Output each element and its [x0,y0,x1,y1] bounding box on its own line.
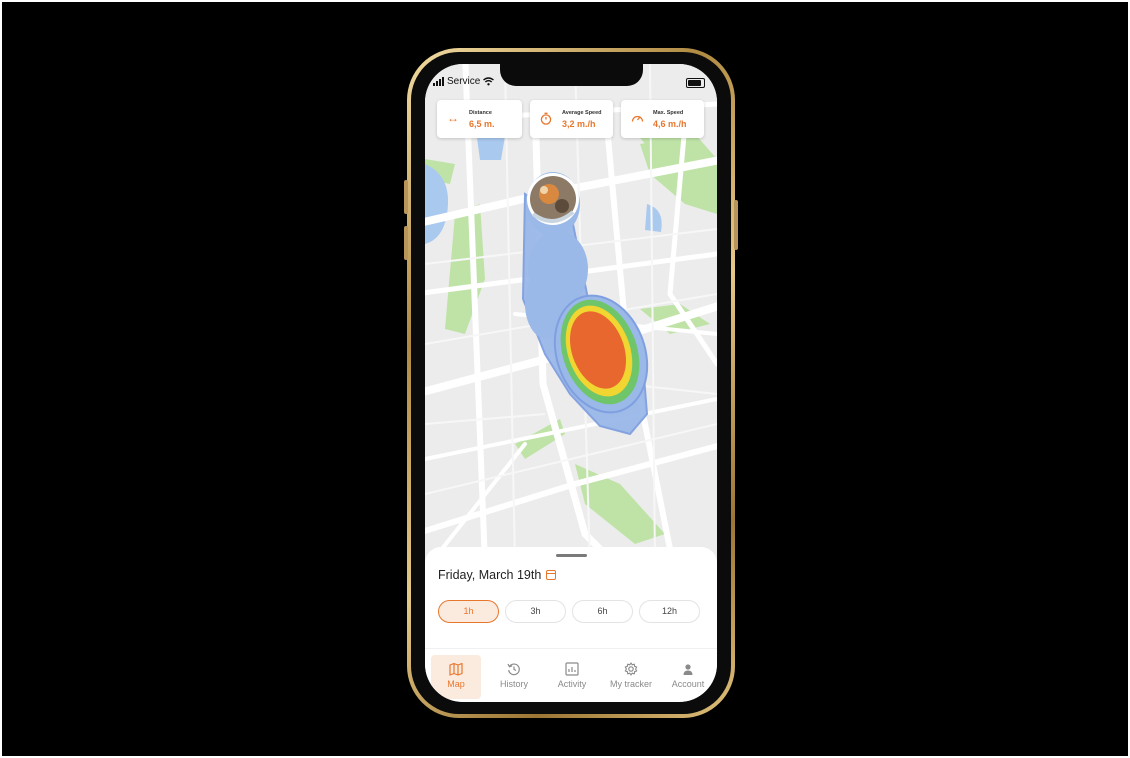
distance-label: Distance [469,110,492,116]
tab-map-label: Map [447,679,465,689]
tab-account[interactable]: Account [663,655,713,699]
status-left: Service [433,76,495,87]
history-icon [507,663,520,676]
average-speed-value: 3,2 m./h [562,119,596,129]
volume-up-button [404,180,408,214]
stopwatch-icon [540,112,552,125]
tab-map[interactable]: Map [431,655,481,699]
signal-icon [433,77,444,86]
wifi-icon [483,77,495,86]
carrier-label: Service [447,76,481,87]
pet-avatar-marker [527,173,579,225]
range-chip-6h[interactable]: 6h [572,600,633,623]
battery-icon [686,78,705,88]
date-label: Friday, March 19th [438,568,542,582]
average-speed-card: Average Speed 3,2 m./h [530,100,613,138]
phone-screen: Service ↔ Distance 6,5 m. Average Speed … [425,64,717,702]
tab-activity[interactable]: Activity [547,655,597,699]
distance-value: 6,5 m. [469,119,495,129]
tab-my-tracker-label: My tracker [609,679,652,689]
max-speed-card: Max. Speed 4,6 m./h [621,100,704,138]
range-chip-1h[interactable]: 1h [438,600,499,623]
activity-chart-icon [565,662,579,676]
power-button [734,200,738,250]
max-speed-label: Max. Speed [653,110,684,116]
gear-icon [624,662,638,676]
speedometer-icon [631,115,644,122]
sheet-drag-handle[interactable] [556,554,587,557]
map-view[interactable] [425,64,717,564]
calendar-icon[interactable] [546,570,557,580]
range-chip-3h[interactable]: 3h [505,600,566,623]
person-icon [683,664,693,675]
bottom-sheet: Friday, March 19th 1h 3h 6h 12h Map Hist… [425,547,717,702]
max-speed-value: 4,6 m./h [653,119,687,129]
map-icon [449,662,463,676]
bottom-tab-bar: Map History Activity My tracker Account [425,648,717,702]
notch [500,64,643,86]
distance-card: ↔ Distance 6,5 m. [437,100,522,138]
date-selector[interactable]: Friday, March 19th [438,568,557,582]
tab-my-tracker[interactable]: My tracker [605,655,657,699]
time-range-selector: 1h 3h 6h 12h [438,600,700,623]
range-chip-12h[interactable]: 12h [639,600,700,623]
tab-activity-label: Activity [557,679,587,689]
water-area [477,136,505,160]
tab-history[interactable]: History [489,655,539,699]
tab-history-label: History [499,679,528,689]
arrows-horizontal-icon: ↔ [447,111,459,125]
volume-down-button [404,226,408,260]
average-speed-label: Average Speed [562,110,602,116]
tab-account-label: Account [671,679,705,689]
